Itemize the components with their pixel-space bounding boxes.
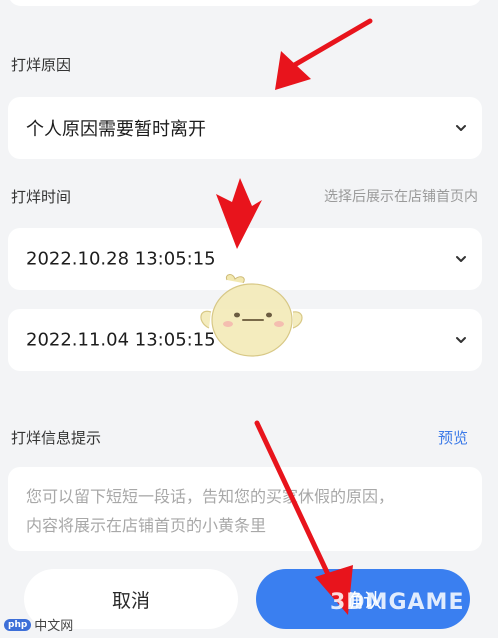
previous-field-card xyxy=(8,0,482,6)
close-info-textarea[interactable]: 您可以留下短短一段话，告知您的买家休假的原因， 内容将展示在店铺首页的小黄条里 xyxy=(8,467,482,551)
preview-link[interactable]: 预览 xyxy=(438,427,468,448)
close-time-label: 打烊时间 xyxy=(11,188,72,206)
chevron-down-icon xyxy=(456,337,466,343)
close-reason-label: 打烊原因 xyxy=(11,56,72,74)
php-watermark: php 中文网 xyxy=(4,615,73,634)
php-badge: php xyxy=(4,618,32,631)
end-time-value: 2022.11.04 13:05:15 xyxy=(26,329,216,351)
3dmgame-watermark: 3DMGAME xyxy=(330,590,465,615)
php-watermark-text: 中文网 xyxy=(34,619,74,634)
red-arrow-icon xyxy=(275,18,373,90)
textarea-placeholder-line-2: 内容将展示在店铺首页的小黄条里 xyxy=(26,516,267,535)
chevron-down-icon xyxy=(456,256,466,262)
textarea-placeholder-line-1: 您可以留下短短一段话，告知您的买家休假的原因， xyxy=(26,487,395,506)
chevron-down-icon xyxy=(456,125,466,131)
close-reason-value: 个人原因需要暂时离开 xyxy=(26,119,206,140)
close-reason-select[interactable]: 个人原因需要暂时离开 xyxy=(8,97,482,159)
chick-mascot-icon xyxy=(200,274,303,357)
start-time-value: 2022.10.28 13:05:15 xyxy=(26,248,216,270)
close-info-label: 打烊信息提示 xyxy=(11,429,102,447)
close-time-hint: 选择后展示在店铺首页内 xyxy=(324,189,478,205)
